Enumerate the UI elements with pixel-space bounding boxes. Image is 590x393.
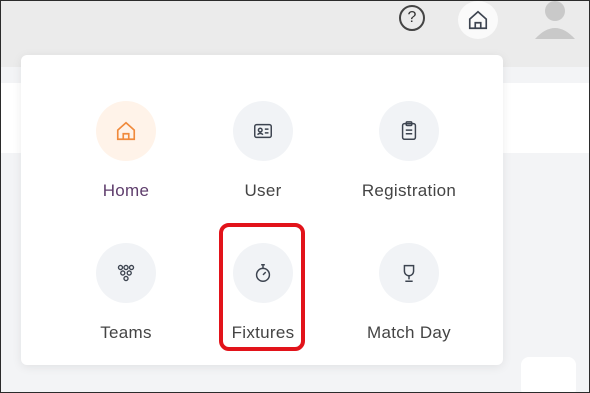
trophy-icon [379, 243, 439, 303]
menu-item-label: Registration [361, 181, 457, 200]
menu-item-match-day[interactable]: Match Day [344, 243, 474, 343]
avatar-icon[interactable] [531, 1, 579, 39]
clipboard-icon [379, 101, 439, 161]
menu-item-user[interactable]: User [198, 101, 328, 201]
app-window: ? Home User Registration Teams Fixtures … [0, 0, 590, 393]
help-glyph: ? [407, 9, 417, 26]
background-card-bottom [521, 357, 576, 392]
menu-item-label: Teams [100, 323, 152, 342]
menu-item-label: Match Day [367, 323, 451, 342]
menu-item-label: User [244, 181, 282, 200]
menu-item-registration[interactable]: Registration [344, 101, 474, 201]
home-icon [96, 101, 156, 161]
fixtures-highlight-box [219, 223, 305, 351]
menu-item-teams[interactable]: Teams [61, 243, 191, 343]
home-icon[interactable] [458, 1, 498, 39]
help-icon[interactable]: ? [399, 5, 425, 31]
id-card-icon [233, 101, 293, 161]
team-icon [96, 243, 156, 303]
menu-item-home[interactable]: Home [61, 101, 191, 201]
menu-item-label: Home [102, 181, 150, 200]
